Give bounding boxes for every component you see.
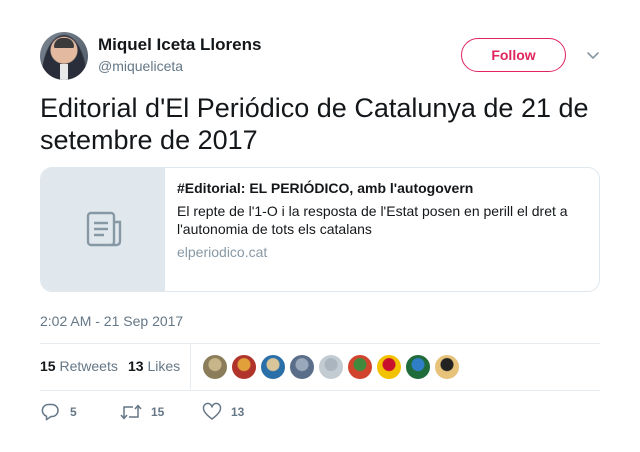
liker-avatar[interactable]	[202, 354, 228, 380]
retweet-button[interactable]: 15	[120, 400, 170, 424]
chevron-down-icon[interactable]	[586, 48, 600, 62]
author-name[interactable]: Miquel Iceta Llorens	[98, 35, 261, 55]
liker-avatar[interactable]	[347, 354, 373, 380]
retweet-icon	[120, 404, 142, 420]
reply-icon	[41, 403, 59, 421]
liker-avatar[interactable]	[289, 354, 315, 380]
liker-avatar[interactable]	[376, 354, 402, 380]
retweets-stat[interactable]: 15 Retweets	[40, 358, 118, 374]
tweet-stats: 15 Retweets 13 Likes	[40, 344, 600, 390]
like-count: 13	[231, 405, 245, 419]
card-body: #Editorial: EL PERIÓDICO, amb l'autogove…	[177, 180, 589, 260]
card-description: El repte de l'1-O i la resposta de l'Est…	[177, 203, 568, 237]
retweet-count: 15	[151, 405, 165, 419]
reply-count: 5	[70, 405, 77, 419]
liker-avatar[interactable]	[231, 354, 257, 380]
avatar[interactable]	[40, 32, 88, 80]
follow-button[interactable]: Follow	[461, 38, 566, 72]
liker-avatar[interactable]	[318, 354, 344, 380]
like-button[interactable]: 13	[202, 400, 252, 424]
likes-count: 13	[128, 358, 144, 374]
card-thumbnail	[41, 168, 165, 291]
tweet-timestamp[interactable]: 2:02 AM - 21 Sep 2017	[40, 313, 183, 329]
liker-avatar[interactable]	[405, 354, 431, 380]
retweets-label: Retweets	[59, 358, 118, 374]
card-domain: elperiodico.cat	[177, 244, 268, 260]
liker-avatar[interactable]	[434, 354, 460, 380]
retweets-count: 15	[40, 358, 56, 374]
likes-label: Likes	[147, 358, 181, 374]
document-icon	[86, 211, 122, 247]
tweet-actions: 5 15 13	[40, 400, 600, 424]
tweet-header: Miquel Iceta Llorens @miqueliceta Follow	[40, 32, 600, 80]
tweet-text: Editorial d'El Periódico de Catalunya de…	[40, 93, 589, 155]
card-title: #Editorial: EL PERIÓDICO, amb l'autogove…	[177, 180, 474, 196]
likes-stat[interactable]: 13 Likes	[128, 358, 180, 374]
link-card[interactable]: #Editorial: EL PERIÓDICO, amb l'autogove…	[40, 167, 600, 292]
heart-icon	[202, 402, 222, 420]
divider	[190, 344, 191, 390]
reply-button[interactable]: 5	[40, 400, 90, 424]
author-handle[interactable]: @miqueliceta	[98, 58, 183, 74]
liker-avatar[interactable]	[260, 354, 286, 380]
divider	[40, 390, 600, 391]
